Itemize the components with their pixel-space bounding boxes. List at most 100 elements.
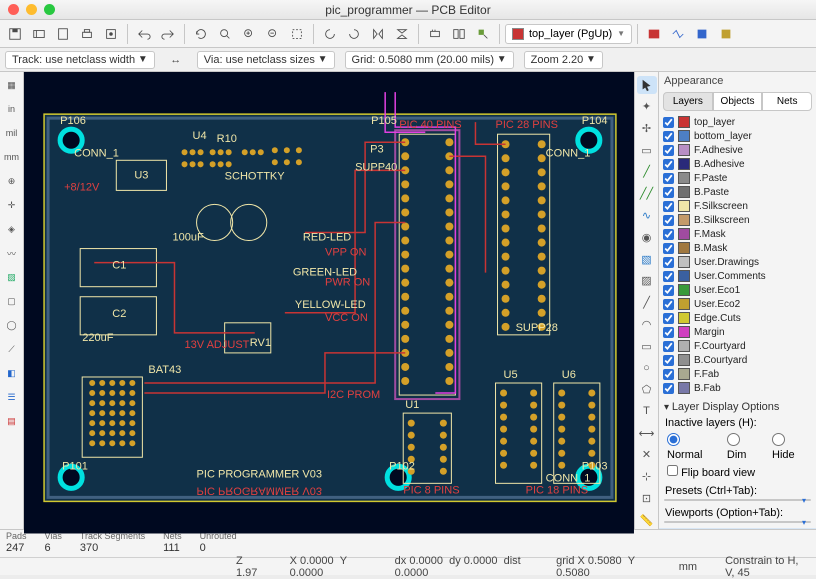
layer-row-b-silkscreen[interactable]: B.Silkscreen <box>663 213 812 227</box>
layer-row-user-eco2[interactable]: User.Eco2 <box>663 297 812 311</box>
layer-visible-checkbox[interactable] <box>663 159 674 170</box>
maximize-window-button[interactable] <box>44 4 55 15</box>
ratsnest-visibility-toggle[interactable]: ◈ <box>3 220 21 238</box>
layer-visible-checkbox[interactable] <box>663 215 674 226</box>
add-rule-area-tool[interactable]: ▨ <box>637 272 657 290</box>
layer-color-swatch[interactable] <box>678 354 690 366</box>
layer-color-swatch[interactable] <box>678 270 690 282</box>
layer-row-f-courtyard[interactable]: F.Courtyard <box>663 339 812 353</box>
layer-color-swatch[interactable] <box>678 214 690 226</box>
layer-row-f-fab[interactable]: F.Fab <box>663 367 812 381</box>
auto-track-width-toggle[interactable]: ↔ <box>165 49 187 71</box>
zoom-selector[interactable]: Zoom 2.20 ▼ <box>524 51 603 69</box>
undo-button[interactable] <box>133 23 155 45</box>
units-inches-button[interactable]: in <box>3 100 21 118</box>
drc-button[interactable] <box>643 23 665 45</box>
layer-color-swatch[interactable] <box>678 340 690 352</box>
presets-selector[interactable] <box>664 499 811 501</box>
layer-row-f-mask[interactable]: F.Mask <box>663 227 812 241</box>
layer-row-edge-cuts[interactable]: Edge.Cuts <box>663 311 812 325</box>
tab-layers[interactable]: Layers <box>663 92 713 111</box>
set-origin-tool[interactable]: ⊹ <box>637 468 657 486</box>
layer-row-user-comments[interactable]: User.Comments <box>663 269 812 283</box>
layer-display-options-header[interactable]: ▾ Layer Display Options <box>659 397 816 417</box>
zoom-selection-button[interactable] <box>286 23 308 45</box>
layer-color-swatch[interactable] <box>678 228 690 240</box>
layer-row-bottom_layer[interactable]: bottom_layer <box>663 129 812 143</box>
refresh-button[interactable] <box>190 23 212 45</box>
layer-visible-checkbox[interactable] <box>663 117 674 128</box>
track-width-selector[interactable]: Track: use netclass width ▼ <box>5 51 155 69</box>
units-mils-button[interactable]: mil <box>3 124 21 142</box>
draw-arc-tool[interactable]: ◠ <box>637 315 657 333</box>
flip-horizontal-button[interactable] <box>367 23 389 45</box>
layer-row-b-fab[interactable]: B.Fab <box>663 381 812 395</box>
board-setup-button[interactable] <box>28 23 50 45</box>
tab-objects[interactable]: Objects <box>713 92 763 111</box>
zoom-in-button[interactable] <box>238 23 260 45</box>
layer-visible-checkbox[interactable] <box>663 131 674 142</box>
layer-row-b-paste[interactable]: B.Paste <box>663 185 812 199</box>
tune-track-tool[interactable]: ∿ <box>637 207 657 225</box>
tab-nets[interactable]: Nets <box>762 92 812 111</box>
layer-color-swatch[interactable] <box>678 326 690 338</box>
layer-color-swatch[interactable] <box>678 186 690 198</box>
rotate-cw-button[interactable] <box>343 23 365 45</box>
layer-visible-checkbox[interactable] <box>663 369 674 380</box>
grid-origin-tool[interactable]: ⊡ <box>637 490 657 508</box>
viewports-selector[interactable] <box>664 521 811 523</box>
layer-color-swatch[interactable] <box>678 144 690 156</box>
local-ratsnest-tool[interactable]: ✢ <box>637 120 657 138</box>
draw-circle-tool[interactable]: ○ <box>637 359 657 377</box>
contrast-mode-toggle[interactable]: ◧ <box>3 364 21 382</box>
layer-color-swatch[interactable] <box>678 172 690 184</box>
zone-fill-display-toggle[interactable]: ▨ <box>3 268 21 286</box>
layer-visible-checkbox[interactable] <box>663 173 674 184</box>
zoom-fit-button[interactable] <box>214 23 236 45</box>
place-text-tool[interactable]: T <box>637 402 657 420</box>
layer-color-swatch[interactable] <box>678 312 690 324</box>
layer-color-swatch[interactable] <box>678 284 690 296</box>
layer-row-top_layer[interactable]: top_layer <box>663 115 812 129</box>
layer-visible-checkbox[interactable] <box>663 355 674 366</box>
flip-vertical-button[interactable] <box>391 23 413 45</box>
highlight-net-tool[interactable]: ✦ <box>637 98 657 116</box>
layer-color-swatch[interactable] <box>678 200 690 212</box>
close-window-button[interactable] <box>8 4 19 15</box>
add-zone-tool[interactable]: ▧ <box>637 250 657 268</box>
footprint-browser-button[interactable] <box>448 23 470 45</box>
update-from-schematic-button[interactable] <box>472 23 494 45</box>
redo-button[interactable] <box>157 23 179 45</box>
layer-visible-checkbox[interactable] <box>663 229 674 240</box>
curved-ratsnest-toggle[interactable]: 〰 <box>3 244 21 262</box>
layer-row-margin[interactable]: Margin <box>663 325 812 339</box>
plot-button[interactable] <box>100 23 122 45</box>
layer-row-b-courtyard[interactable]: B.Courtyard <box>663 353 812 367</box>
show-grid-toggle[interactable]: ▦ <box>3 76 21 94</box>
layer-row-user-eco1[interactable]: User.Eco1 <box>663 283 812 297</box>
pad-fill-toggle[interactable]: ▢ <box>3 292 21 310</box>
layer-row-f-paste[interactable]: F.Paste <box>663 171 812 185</box>
units-mm-button[interactable]: mm <box>3 148 21 166</box>
via-size-selector[interactable]: Via: use netclass sizes ▼ <box>197 51 335 69</box>
layer-color-swatch[interactable] <box>678 116 690 128</box>
layer-visible-checkbox[interactable] <box>663 187 674 198</box>
layer-visible-checkbox[interactable] <box>663 299 674 310</box>
layer-row-user-drawings[interactable]: User.Drawings <box>663 255 812 269</box>
net-color-toggle[interactable]: ☰ <box>3 388 21 406</box>
layer-color-swatch[interactable] <box>678 256 690 268</box>
layer-color-swatch[interactable] <box>678 130 690 142</box>
layer-color-swatch[interactable] <box>678 382 690 394</box>
print-button[interactable] <box>76 23 98 45</box>
delete-tool[interactable]: ✕ <box>637 446 657 464</box>
layer-visible-checkbox[interactable] <box>663 257 674 268</box>
select-tool[interactable] <box>637 76 657 94</box>
layer-visible-checkbox[interactable] <box>663 271 674 282</box>
place-footprint-tool[interactable]: ▭ <box>637 141 657 159</box>
layer-row-f-silkscreen[interactable]: F.Silkscreen <box>663 199 812 213</box>
layer-color-swatch[interactable] <box>678 298 690 310</box>
layer-row-f-adhesive[interactable]: F.Adhesive <box>663 143 812 157</box>
active-layer-selector[interactable]: top_layer (PgUp) ▼ <box>505 24 632 44</box>
scripting-button[interactable] <box>715 23 737 45</box>
measure-tool[interactable]: 📏 <box>637 511 657 529</box>
